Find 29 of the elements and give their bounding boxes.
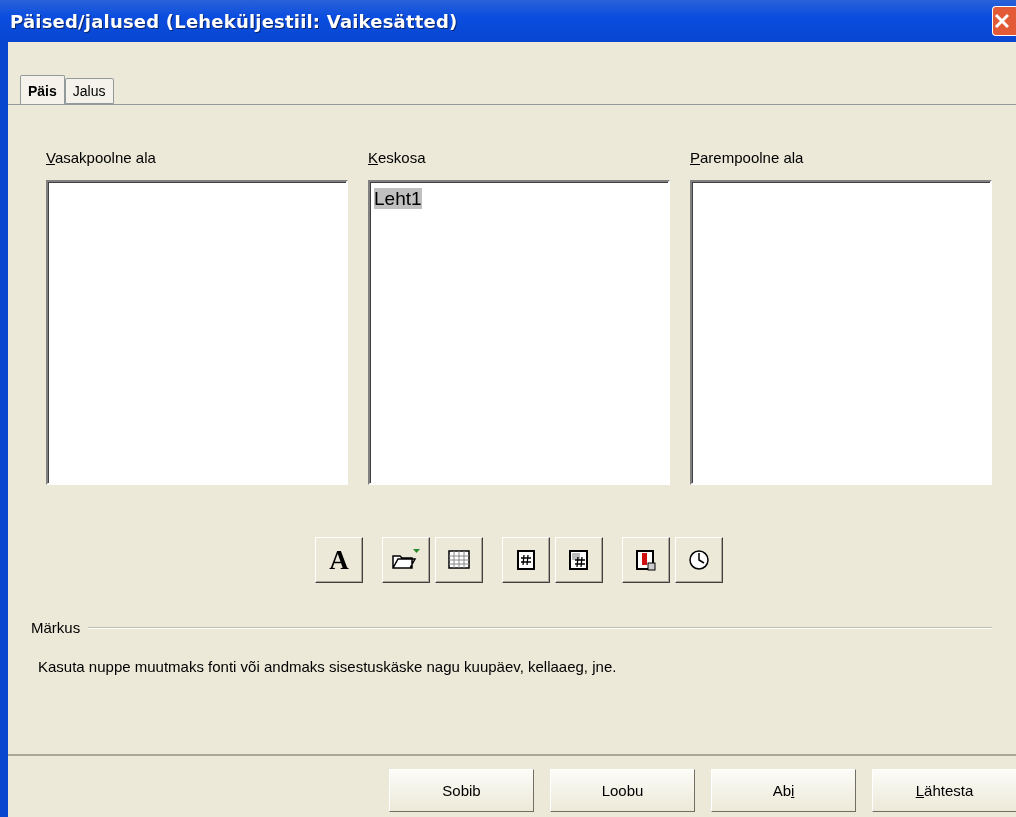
close-icon <box>993 12 1009 30</box>
tool-button[interactable] <box>435 537 483 583</box>
tab[interactable]: Jalus <box>64 78 114 104</box>
close-button[interactable] <box>992 6 1016 36</box>
dialog-button[interactable]: Sobib <box>389 769 534 812</box>
font-button[interactable]: A <box>315 537 363 583</box>
text-area[interactable]: Leht1 <box>368 180 670 485</box>
section-title: Märkus <box>31 619 81 636</box>
tool-button[interactable] <box>502 537 550 583</box>
window-title: Päised/jalused (Leheküljestiil: Vaikesätted) <box>10 10 458 32</box>
clock-icon <box>687 548 711 572</box>
dialog-button[interactable]: Abi <box>711 769 856 812</box>
table-icon <box>447 549 471 571</box>
area-label: Vasakpoolne ala <box>46 149 157 166</box>
tool-button[interactable] <box>382 537 430 583</box>
note-text: Kasuta nuppe muutmaks fonti või andmaks sisestuskäske nagu kuupäev, kellaaeg, jne. <box>38 658 618 675</box>
folder-icon <box>391 548 421 572</box>
area-label: Parempoolne ala <box>690 149 805 166</box>
tab[interactable]: Päis <box>20 75 65 105</box>
dialog-button[interactable]: Lähtesta <box>872 769 1016 812</box>
area-label: Keskosa <box>368 149 427 166</box>
tool-button[interactable] <box>675 537 723 583</box>
area-text: Leht1 <box>374 188 422 209</box>
tool-button[interactable] <box>555 537 603 583</box>
page-count-icon <box>568 549 590 571</box>
page-number-icon <box>516 549 536 571</box>
dialog-button[interactable]: Loobu <box>550 769 695 812</box>
tool-button[interactable] <box>622 537 670 583</box>
calendar-icon <box>635 549 657 571</box>
